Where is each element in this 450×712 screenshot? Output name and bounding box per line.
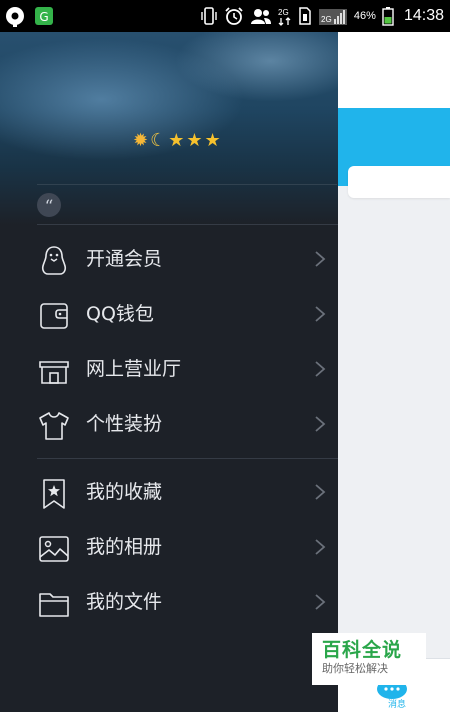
menu-top-divider [37,224,338,225]
wallet-icon [40,303,68,329]
alarm-icon [224,6,244,26]
search-input[interactable] [348,166,450,198]
watermark-subtitle: 助你轻松解决 [322,662,388,675]
moon-icon: ☾ [150,130,167,151]
menu-group-divider [37,458,338,459]
quote-icon[interactable]: “ [37,193,61,217]
menu-item-album[interactable]: 我的相册 [0,520,338,574]
chevron-right-icon [315,306,326,322]
record-icon [4,5,26,27]
sim-icon [298,6,312,26]
menu-item-personalize[interactable]: 个性装扮 [0,397,338,451]
folder-icon [39,593,69,617]
chevron-right-icon [315,361,326,377]
menu-item-files[interactable]: 我的文件 [0,575,338,629]
chevron-right-icon [315,416,326,432]
menu-item-label: 个性装扮 [86,413,163,435]
menu-item-label: 开通会员 [86,248,163,270]
app-notification-icon: G [34,6,54,26]
battery-icon [382,6,394,26]
menu-item-label: 我的收藏 [86,481,163,503]
tab-messages-label: 消息 [387,700,406,710]
header-divider [37,184,337,185]
penguin-icon [41,246,67,275]
tab-messages[interactable]: 消息 [377,679,412,712]
menu-item-label: QQ钱包 [86,303,154,325]
menu-item-label: 网上营业厅 [86,358,182,380]
chevron-right-icon [315,484,326,500]
battery-percent: 46% [353,10,376,22]
star-icon: ★ [204,130,221,151]
menu-item-label: 我的文件 [86,591,163,613]
contacts-icon [250,7,272,25]
svg-text:G: G [39,10,48,24]
status-bar: G 2G 2G 46% 14:38 [0,0,450,32]
data-transfer-icon: 2G [278,6,292,26]
main-top-area [338,32,450,108]
bookmark-star-icon [43,479,65,509]
chevron-right-icon [315,251,326,267]
network-type-label: 2G [321,15,332,24]
signal-icon: 2G [318,6,348,26]
photo-album-icon [39,536,69,562]
qq-level-badges[interactable]: ✹ ☾ ★ ★ ★ [133,131,221,151]
tshirt-icon [39,412,69,440]
clock: 14:38 [403,7,444,24]
vibrate-icon [200,6,218,26]
star-icon: ★ [186,130,203,151]
chevron-right-icon [315,539,326,555]
sun-icon: ✹ [133,130,149,151]
menu-item-qq-wallet[interactable]: QQ钱包 [0,287,338,341]
store-icon [39,361,69,384]
watermark: 百科全说 助你轻松解决 [312,633,426,685]
chevron-right-icon [315,594,326,610]
menu-item-online-hall[interactable]: 网上营业厅 [0,342,338,396]
svg-text:2G: 2G [278,8,289,17]
watermark-title: 百科全说 [322,639,403,661]
menu-item-vip[interactable]: 开通会员 [0,232,338,286]
menu-item-label: 我的相册 [86,536,163,558]
star-icon: ★ [168,130,185,151]
main-content-panel[interactable]: 消息 [338,32,450,712]
menu-item-favorites[interactable]: 我的收藏 [0,465,338,519]
